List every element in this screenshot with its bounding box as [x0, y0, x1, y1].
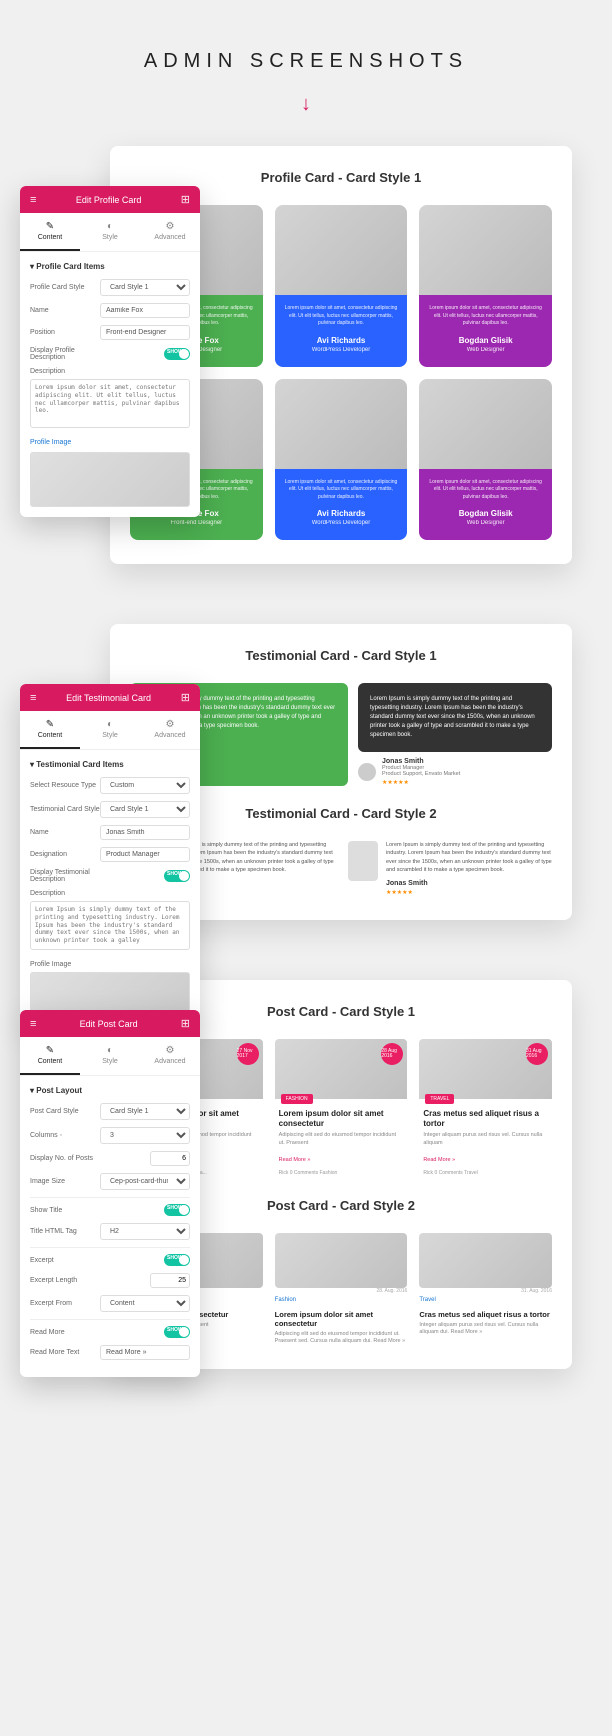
profile-preview-title: Profile Card - Card Style 1	[130, 170, 552, 185]
date-badge: 28 Aug 2016	[381, 1043, 403, 1065]
post-card: 31 Aug 2016TRAVELCras metus sed aliquet …	[419, 1039, 552, 1180]
device-icon: ▫	[60, 1132, 62, 1139]
testimonial-item: Lorem Ipsum is simply dummy text of the …	[348, 841, 552, 896]
post-card-section: Post Card - Card Style 1 27 Nov 2017Lore…	[40, 980, 572, 1369]
date-badge: 31 Aug 2016	[526, 1043, 548, 1065]
image-thumbnail[interactable]	[30, 972, 190, 1012]
post-card: 28 Aug 2016FASHIONLorem ipsum dolor sit …	[275, 1039, 408, 1180]
testimonial-style-select[interactable]: Card Style 1	[100, 801, 190, 818]
post-card: Fashion28. Aug. 2016Lorem ipsum dolor si…	[275, 1233, 408, 1345]
display-desc-toggle[interactable]: SHOW	[164, 348, 190, 360]
droplet-icon: ◐	[84, 221, 136, 232]
gear-icon: ⚙	[144, 221, 196, 232]
profile-image-link[interactable]: Profile Image	[30, 439, 190, 446]
tab-advanced[interactable]: ⚙Advanced	[140, 711, 200, 749]
title-tag-select[interactable]: H2	[100, 1223, 190, 1240]
profile-style-select[interactable]: Card Style 1	[100, 279, 190, 296]
display-desc-toggle[interactable]: SHOW	[164, 870, 190, 882]
pencil-icon: ✎	[24, 719, 76, 730]
avatar	[348, 841, 378, 881]
droplet-icon: ◐	[84, 719, 136, 730]
name-input[interactable]	[100, 825, 190, 840]
tab-content[interactable]: ✎Content	[20, 711, 80, 749]
category-tag: FASHION	[281, 1094, 313, 1104]
testimonial-card: Lorem Ipsum is simply dummy text of the …	[358, 683, 552, 752]
image-thumbnail[interactable]	[30, 452, 190, 507]
profile-card: Lorem ipsum dolor sit amet, consectetur …	[275, 205, 408, 367]
post-style-select[interactable]: Card Style 1	[100, 1103, 190, 1120]
apps-icon[interactable]: ⊞	[181, 193, 190, 206]
hamburger-icon[interactable]: ≡	[30, 194, 36, 206]
star-rating: ★★★★★	[386, 889, 552, 896]
tab-advanced[interactable]: ⚙Advanced	[140, 213, 200, 251]
image-size-select[interactable]: Cep-post-card-thumb	[100, 1173, 190, 1190]
read-more-link[interactable]: Read More »	[423, 1157, 455, 1163]
name-input[interactable]	[100, 303, 190, 318]
pencil-icon: ✎	[24, 221, 76, 232]
arrow-down-icon: ↓	[0, 93, 612, 116]
show-title-toggle[interactable]: SHOW	[164, 1204, 190, 1216]
hamburger-icon[interactable]: ≡	[30, 692, 36, 704]
testimonial-editor-panel: ≡Edit Testimonial Card⊞ ✎Content ◐Style …	[20, 684, 200, 1022]
profile-card-section: Profile Card - Card Style 1 Lorem ipsum …	[40, 146, 572, 564]
avatar	[358, 763, 376, 781]
pencil-icon: ✎	[24, 1045, 76, 1056]
excerpt-from-select[interactable]: Content	[100, 1295, 190, 1312]
tab-style[interactable]: ◐Style	[80, 213, 140, 251]
designation-input[interactable]	[100, 847, 190, 862]
position-input[interactable]	[100, 325, 190, 340]
profile-card: Lorem ipsum dolor sit amet, consectetur …	[275, 379, 408, 541]
columns-select[interactable]: 3	[100, 1127, 190, 1144]
resource-select[interactable]: Custom	[100, 777, 190, 794]
apps-icon[interactable]: ⊞	[181, 1017, 190, 1030]
post-card: Travel31. Aug. 2016Cras metus sed alique…	[419, 1233, 552, 1345]
hamburger-icon[interactable]: ≡	[30, 1018, 36, 1030]
tab-style[interactable]: ◐Style	[80, 711, 140, 749]
testimonial-section: Testimonial Card - Card Style 1 Lorem Ip…	[40, 624, 572, 920]
section-title[interactable]: ▾ Post Layout	[30, 1086, 190, 1095]
page-heading: ADMIN SCREENSHOTS	[0, 50, 612, 73]
display-no-input[interactable]	[150, 1151, 190, 1166]
star-rating: ★★★★★	[382, 779, 460, 786]
read-more-link[interactable]: Read More »	[279, 1157, 311, 1163]
tab-advanced[interactable]: ⚙Advanced	[140, 1037, 200, 1075]
description-textarea[interactable]: Lorem ipsum dolor sit amet, consectetur …	[30, 379, 190, 428]
excerpt-length-input[interactable]	[150, 1273, 190, 1288]
excerpt-toggle[interactable]: SHOW	[164, 1254, 190, 1266]
section-title[interactable]: ▾ Testimonial Card Items	[30, 760, 190, 769]
tab-content[interactable]: ✎Content	[20, 213, 80, 251]
profile-card: Lorem ipsum dolor sit amet, consectetur …	[419, 205, 552, 367]
tab-content[interactable]: ✎Content	[20, 1037, 80, 1075]
description-textarea[interactable]: Lorem Ipsum is simply dummy text of the …	[30, 901, 190, 950]
editor-title: Edit Profile Card	[76, 195, 142, 205]
date-badge: 27 Nov 2017	[237, 1043, 259, 1065]
category-tag: TRAVEL	[425, 1094, 454, 1104]
droplet-icon: ◐	[84, 1045, 136, 1056]
readmore-toggle[interactable]: SHOW	[164, 1326, 190, 1338]
gear-icon: ⚙	[144, 719, 196, 730]
profile-card: Lorem ipsum dolor sit amet, consectetur …	[419, 379, 552, 541]
apps-icon[interactable]: ⊞	[181, 691, 190, 704]
profile-editor-panel: ≡ Edit Profile Card ⊞ ✎Content ◐Style ⚙Adv…	[20, 186, 200, 517]
gear-icon: ⚙	[144, 1045, 196, 1056]
readmore-text-input[interactable]	[100, 1345, 190, 1360]
tab-style[interactable]: ◐Style	[80, 1037, 140, 1075]
post-editor-panel: ≡Edit Post Card⊞ ✎Content ◐Style ⚙Advanc…	[20, 1010, 200, 1377]
section-title[interactable]: ▾ Profile Card Items	[30, 262, 190, 271]
